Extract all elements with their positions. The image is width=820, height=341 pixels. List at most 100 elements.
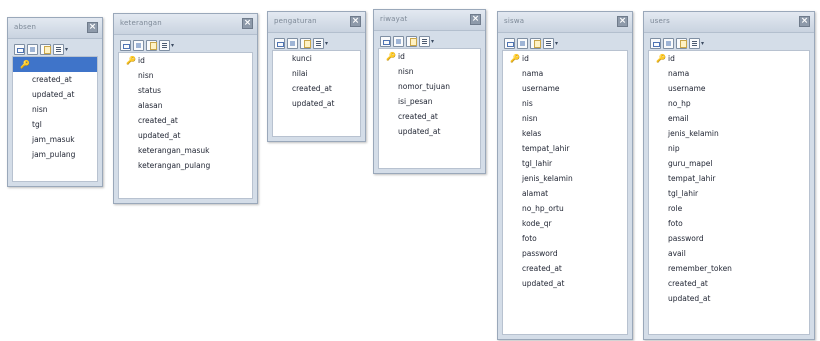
- table-users[interactable]: users × ▾ 🔑 id nama username no_hp email …: [643, 11, 815, 340]
- field-row[interactable]: nip: [649, 141, 809, 156]
- multiple-tables-icon[interactable]: [406, 35, 417, 47]
- chevron-down-icon[interactable]: ▾: [701, 40, 704, 47]
- close-icon[interactable]: ×: [87, 22, 98, 33]
- field-row[interactable]: foto: [503, 231, 627, 246]
- field-row[interactable]: email: [649, 111, 809, 126]
- chevron-down-icon[interactable]: ▾: [65, 46, 68, 53]
- grid-view-icon[interactable]: [393, 35, 404, 47]
- table-siswa[interactable]: siswa × ▾ 🔑 id nama username nis nisn kel…: [497, 11, 633, 340]
- field-row[interactable]: nama: [649, 66, 809, 81]
- list-view-icon[interactable]: [313, 37, 324, 49]
- chevron-down-icon[interactable]: ▾: [171, 42, 174, 49]
- field-row[interactable]: created_at: [273, 81, 360, 96]
- field-row[interactable]: updated_at: [273, 96, 360, 111]
- list-view-icon[interactable]: [689, 37, 700, 49]
- field-row[interactable]: nisn: [503, 111, 627, 126]
- table-keterangan[interactable]: keterangan × ▾ 🔑 id nisn status alasan cr…: [113, 13, 258, 204]
- field-row[interactable]: jenis_kelamin: [649, 126, 809, 141]
- field-row[interactable]: tgl_lahir: [649, 186, 809, 201]
- field-row[interactable]: nama: [503, 66, 627, 81]
- field-row[interactable]: nisn: [379, 64, 480, 79]
- field-row[interactable]: updated_at: [119, 128, 252, 143]
- field-row[interactable]: keterangan_masuk: [119, 143, 252, 158]
- grid-view-icon[interactable]: [133, 39, 144, 51]
- field-row[interactable]: username: [649, 81, 809, 96]
- field-row[interactable]: jenis_kelamin: [503, 171, 627, 186]
- grid-view-icon[interactable]: [27, 43, 38, 55]
- field-row[interactable]: created_at: [649, 276, 809, 291]
- chevron-down-icon[interactable]: ▾: [325, 40, 328, 47]
- multiple-tables-icon[interactable]: [40, 43, 51, 55]
- field-row[interactable]: created_at: [379, 109, 480, 124]
- field-row[interactable]: updated_at: [503, 276, 627, 291]
- field-row[interactable]: created_at: [13, 72, 97, 87]
- table-riwayat[interactable]: riwayat × ▾ 🔑 id nisn nomor_tujuan isi_pe…: [373, 9, 486, 174]
- close-icon[interactable]: ×: [799, 16, 810, 27]
- field-row[interactable]: tgl: [13, 117, 97, 132]
- field-row[interactable]: avail: [649, 246, 809, 261]
- table-header[interactable]: riwayat ×: [374, 10, 485, 31]
- field-row[interactable]: kode_qr: [503, 216, 627, 231]
- field-row[interactable]: alamat: [503, 186, 627, 201]
- field-row[interactable]: foto: [649, 216, 809, 231]
- field-row[interactable]: jam_masuk: [13, 132, 97, 147]
- field-row[interactable]: nisn: [13, 102, 97, 117]
- table-view-icon[interactable]: [120, 39, 131, 51]
- table-header[interactable]: absen ×: [8, 18, 102, 39]
- table-header[interactable]: keterangan ×: [114, 14, 257, 35]
- field-row[interactable]: created_at: [503, 261, 627, 276]
- list-view-icon[interactable]: [53, 43, 64, 55]
- table-absen[interactable]: absen × ▾ 🔑 created_at updated_at nisn t…: [7, 17, 103, 187]
- field-row[interactable]: 🔑 id: [379, 49, 480, 64]
- field-row[interactable]: no_hp_ortu: [503, 201, 627, 216]
- field-row[interactable]: password: [649, 231, 809, 246]
- field-row[interactable]: 🔑 id: [119, 53, 252, 68]
- field-row[interactable]: kunci: [273, 51, 360, 66]
- field-row[interactable]: updated_at: [13, 87, 97, 102]
- table-view-icon[interactable]: [504, 37, 515, 49]
- field-row[interactable]: no_hp: [649, 96, 809, 111]
- field-row[interactable]: role: [649, 201, 809, 216]
- field-row[interactable]: nis: [503, 96, 627, 111]
- table-header[interactable]: siswa ×: [498, 12, 632, 33]
- table-view-icon[interactable]: [274, 37, 285, 49]
- field-row[interactable]: updated_at: [379, 124, 480, 139]
- table-view-icon[interactable]: [650, 37, 661, 49]
- table-header[interactable]: users ×: [644, 12, 814, 33]
- field-row[interactable]: nomor_tujuan: [379, 79, 480, 94]
- field-row[interactable]: nisn: [119, 68, 252, 83]
- field-row[interactable]: nilai: [273, 66, 360, 81]
- field-row[interactable]: created_at: [119, 113, 252, 128]
- table-view-icon[interactable]: [380, 35, 391, 47]
- field-row[interactable]: alasan: [119, 98, 252, 113]
- field-row[interactable]: keterangan_pulang: [119, 158, 252, 173]
- grid-view-icon[interactable]: [287, 37, 298, 49]
- multiple-tables-icon[interactable]: [676, 37, 687, 49]
- field-row[interactable]: tempat_lahir: [649, 171, 809, 186]
- multiple-tables-icon[interactable]: [146, 39, 157, 51]
- grid-view-icon[interactable]: [663, 37, 674, 49]
- field-row[interactable]: 🔑 id: [649, 51, 809, 66]
- chevron-down-icon[interactable]: ▾: [431, 38, 434, 45]
- field-row[interactable]: 🔑 id: [503, 51, 627, 66]
- list-view-icon[interactable]: [419, 35, 430, 47]
- list-view-icon[interactable]: [543, 37, 554, 49]
- table-pengaturan[interactable]: pengaturan × ▾ kunci nilai created_at up…: [267, 11, 366, 142]
- field-row[interactable]: kelas: [503, 126, 627, 141]
- field-row[interactable]: guru_mapel: [649, 156, 809, 171]
- field-row[interactable]: tgl_lahir: [503, 156, 627, 171]
- grid-view-icon[interactable]: [517, 37, 528, 49]
- field-row[interactable]: password: [503, 246, 627, 261]
- list-view-icon[interactable]: [159, 39, 170, 51]
- field-row[interactable]: remember_token: [649, 261, 809, 276]
- table-header[interactable]: pengaturan ×: [268, 12, 365, 33]
- field-row[interactable]: isi_pesan: [379, 94, 480, 109]
- field-row[interactable]: tempat_lahir: [503, 141, 627, 156]
- multiple-tables-icon[interactable]: [530, 37, 541, 49]
- chevron-down-icon[interactable]: ▾: [555, 40, 558, 47]
- close-icon[interactable]: ×: [617, 16, 628, 27]
- field-row[interactable]: status: [119, 83, 252, 98]
- close-icon[interactable]: ×: [470, 14, 481, 25]
- close-icon[interactable]: ×: [242, 18, 253, 29]
- field-row[interactable]: updated_at: [649, 291, 809, 306]
